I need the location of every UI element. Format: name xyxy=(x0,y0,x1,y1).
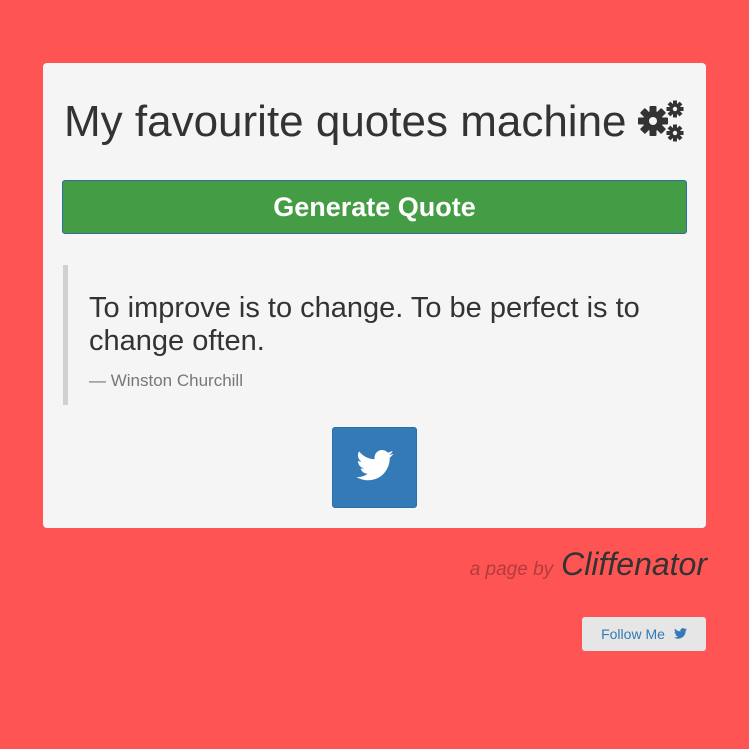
title-row: My favourite quotes machine xyxy=(64,99,687,145)
generate-quote-button[interactable]: Generate Quote xyxy=(62,180,687,234)
tweet-quote-button[interactable] xyxy=(332,427,417,508)
byline-prefix: a page by xyxy=(469,559,554,580)
twitter-icon xyxy=(355,449,394,486)
byline: a page by Cliffenator xyxy=(470,546,707,583)
page-title: My favourite quotes machine xyxy=(64,97,627,146)
quote-author: — Winston Churchill xyxy=(89,371,243,390)
follow-me-button[interactable]: Follow Me xyxy=(582,617,706,651)
follow-label: Follow Me xyxy=(601,626,665,642)
author-name: Cliffenator xyxy=(561,546,707,582)
quote-card: My favourite quotes machine Generate Quo… xyxy=(43,63,706,528)
twitter-icon xyxy=(673,626,687,642)
quote-blockquote: To improve is to change. To be perfect i… xyxy=(63,265,673,405)
quote-text: To improve is to change. To be perfect i… xyxy=(89,292,640,357)
gears-icon xyxy=(637,99,687,145)
